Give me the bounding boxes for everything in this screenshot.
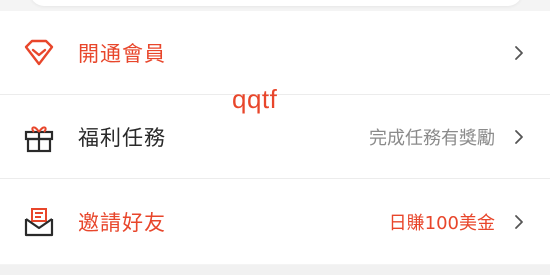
menu-item-label: 邀請好友 (78, 210, 166, 235)
top-card (30, 0, 522, 6)
diamond-icon (22, 36, 56, 70)
chevron-right-icon (512, 128, 526, 146)
envelope-icon (22, 205, 56, 239)
menu-item-value: 完成任務有獎勵 (369, 127, 495, 149)
chevron-right-icon (512, 44, 526, 62)
menu-item-value: 日賺100美金 (388, 212, 495, 234)
watermark-text: qqtf (232, 84, 278, 114)
chevron-right-icon (512, 213, 526, 231)
menu-list: 開通會員 福利任務 完成任務有獎勵 邀請好友 日賺100美金 (0, 11, 550, 264)
bottom-divider (0, 265, 550, 275)
menu-item-membership[interactable]: 開通會員 (0, 11, 550, 95)
menu-item-label: 開通會員 (78, 41, 166, 66)
menu-item-invite[interactable]: 邀請好友 日賺100美金 (0, 179, 550, 264)
gift-icon (22, 120, 56, 154)
menu-item-label: 福利任務 (78, 125, 166, 150)
